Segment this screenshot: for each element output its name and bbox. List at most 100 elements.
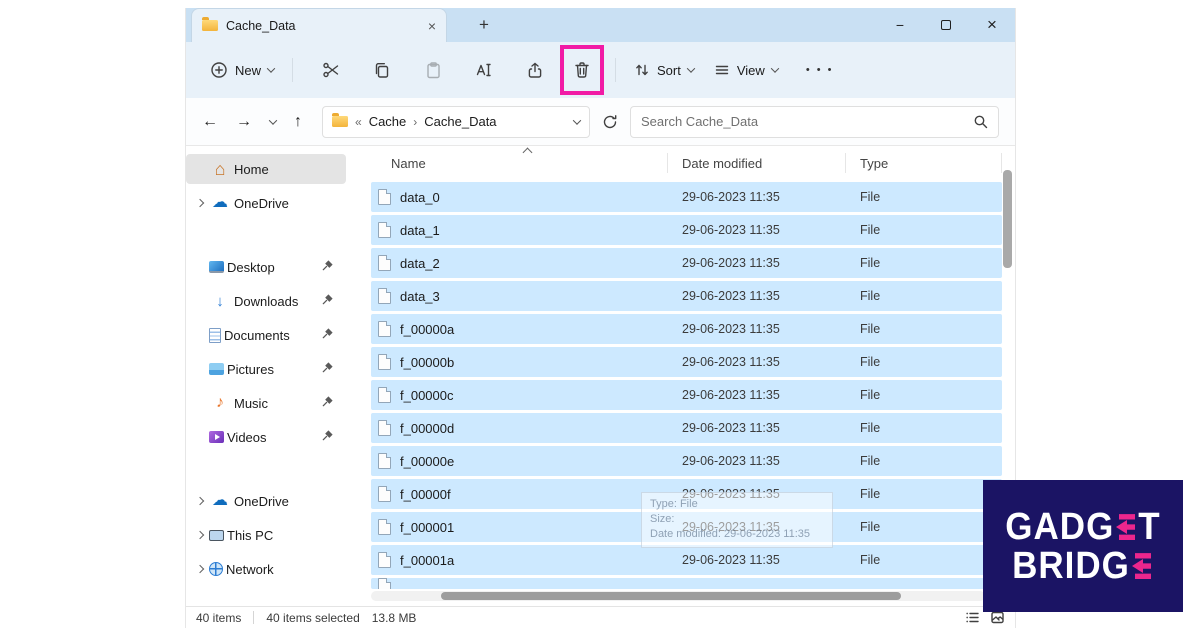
file-row[interactable]: f_00000c 29-06-2023 11:35 File	[371, 380, 1002, 410]
copy-button[interactable]	[360, 52, 404, 88]
sidebar-item[interactable]: Pictures	[186, 354, 346, 384]
file-date-modified: 29-06-2023 11:35	[668, 454, 846, 468]
sidebar-item[interactable]: Documents	[186, 320, 346, 350]
file-date-modified: 29-06-2023 11:35	[668, 322, 846, 336]
address-dropdown-icon[interactable]	[573, 116, 581, 124]
sort-button[interactable]: Sort	[624, 52, 704, 88]
sidebar-item[interactable]: Music	[186, 388, 346, 418]
file-type: File	[846, 388, 1002, 402]
file-row[interactable]: f_00001a 29-06-2023 11:35 File	[371, 545, 1002, 575]
file-type: File	[846, 289, 1002, 303]
breadcrumb-separator: ›	[413, 115, 417, 129]
paste-button[interactable]	[411, 52, 455, 88]
toolbar-divider	[615, 58, 616, 82]
gadget-bridge-logo: GADG T BRIDG	[983, 480, 1183, 612]
pin-icon	[321, 395, 334, 411]
file-info-tooltip: Type: FileSize:Date modified: 29-06-2023…	[641, 492, 833, 548]
expander-chevron-icon[interactable]	[191, 566, 209, 572]
new-button[interactable]: New	[200, 52, 284, 88]
more-options-button[interactable]: • • •	[806, 64, 834, 76]
new-tab-button[interactable]: +	[471, 12, 497, 38]
header-date-modified[interactable]: Date modified	[668, 153, 846, 173]
rename-button[interactable]	[462, 52, 506, 88]
file-icon	[378, 519, 391, 535]
file-row[interactable]: data_2 29-06-2023 11:35 File	[371, 248, 1002, 278]
sidebar-item-label: Videos	[227, 430, 267, 445]
forward-button[interactable]: →	[236, 113, 252, 131]
file-icon	[378, 321, 391, 337]
file-row[interactable]: f_00000b 29-06-2023 11:35 File	[371, 347, 1002, 377]
sidebar-item[interactable]: Network	[186, 554, 346, 584]
expander-chevron-icon[interactable]	[191, 200, 209, 206]
file-type: File	[846, 256, 1002, 270]
sidebar-item[interactable]: This PC	[186, 520, 346, 550]
refresh-button[interactable]	[602, 114, 618, 130]
sidebar-item-icon	[209, 431, 224, 443]
file-name: data_0	[400, 190, 440, 205]
address-bar[interactable]: « Cache › Cache_Data	[322, 106, 590, 138]
sidebar-item-label: Desktop	[227, 260, 275, 275]
share-button[interactable]	[513, 52, 557, 88]
chevron-down-icon	[771, 64, 779, 72]
view-button[interactable]: View	[704, 52, 788, 88]
file-type: File	[846, 190, 1002, 204]
file-icon	[378, 420, 391, 436]
delete-button[interactable]	[565, 52, 599, 88]
expander-chevron-icon[interactable]	[191, 532, 209, 538]
file-row[interactable]: data_0 29-06-2023 11:35 File	[371, 182, 1002, 212]
sidebar-item-label: Home	[234, 162, 269, 177]
selected-size: 13.8 MB	[372, 611, 417, 625]
view-lines-icon	[714, 62, 730, 78]
sidebar-item[interactable]: OneDrive	[186, 188, 346, 218]
file-date-modified: 29-06-2023 11:35	[668, 223, 846, 237]
back-button[interactable]: ←	[202, 113, 218, 131]
expander-chevron-icon[interactable]	[191, 498, 209, 504]
up-button[interactable]: ↑	[294, 113, 302, 131]
file-row[interactable]: data_3 29-06-2023 11:35 File	[371, 281, 1002, 311]
minimize-button[interactable]: −	[877, 8, 923, 42]
sidebar-item[interactable]: OneDrive	[186, 486, 346, 516]
file-date-modified: 29-06-2023 11:35	[668, 355, 846, 369]
share-icon	[526, 61, 544, 79]
search-input[interactable]	[641, 114, 973, 129]
header-type[interactable]: Type	[846, 153, 1002, 173]
chevron-down-icon	[687, 64, 695, 72]
tab-close-icon[interactable]: ×	[428, 19, 436, 33]
breadcrumb-cache-data[interactable]: Cache_Data	[424, 114, 496, 129]
file-row[interactable]: data_1 29-06-2023 11:35 File	[371, 215, 1002, 245]
file-icon	[378, 486, 391, 502]
sidebar-item[interactable]: Downloads	[186, 286, 346, 316]
file-name: f_00000a	[400, 322, 454, 337]
file-type: File	[846, 553, 1002, 567]
plus-circle-icon	[210, 61, 228, 79]
close-button[interactable]: ×	[969, 8, 1015, 42]
sidebar-item[interactable]: Videos	[186, 422, 346, 452]
file-row[interactable]: f_00000d 29-06-2023 11:35 File	[371, 413, 1002, 443]
sidebar-item[interactable]: Desktop	[186, 252, 346, 282]
file-row[interactable]: f_00000e 29-06-2023 11:35 File	[371, 446, 1002, 476]
thumbnail-view-icon[interactable]	[990, 610, 1005, 625]
breadcrumb-overflow[interactable]: «	[355, 115, 362, 129]
history-chevron-icon[interactable]	[269, 116, 277, 124]
file-explorer-window: Cache_Data × + − × New	[185, 8, 1016, 628]
paste-icon	[424, 61, 442, 79]
file-icon	[378, 288, 391, 304]
file-row-partial[interactable]	[371, 578, 1002, 589]
vertical-scrollbar-thumb[interactable]	[1003, 170, 1012, 268]
search-box[interactable]	[630, 106, 999, 138]
details-view-icon[interactable]	[965, 610, 980, 625]
file-row[interactable]: f_00000a 29-06-2023 11:35 File	[371, 314, 1002, 344]
horizontal-scrollbar-thumb[interactable]	[441, 592, 901, 600]
breadcrumb-cache[interactable]: Cache	[369, 114, 407, 129]
pin-icon	[321, 429, 334, 445]
maximize-button[interactable]	[923, 8, 969, 42]
maximize-icon	[941, 20, 951, 30]
folder-icon	[202, 20, 218, 31]
logo-text: BRIDG	[1012, 547, 1130, 585]
status-bar: 40 items 40 items selected 13.8 MB	[186, 606, 1015, 628]
header-name[interactable]: Name	[371, 153, 668, 173]
explorer-tab[interactable]: Cache_Data ×	[191, 8, 447, 42]
sidebar-item[interactable]: Home	[186, 154, 346, 184]
cut-button[interactable]	[309, 52, 353, 88]
tooltip-line: Size:	[650, 512, 824, 527]
